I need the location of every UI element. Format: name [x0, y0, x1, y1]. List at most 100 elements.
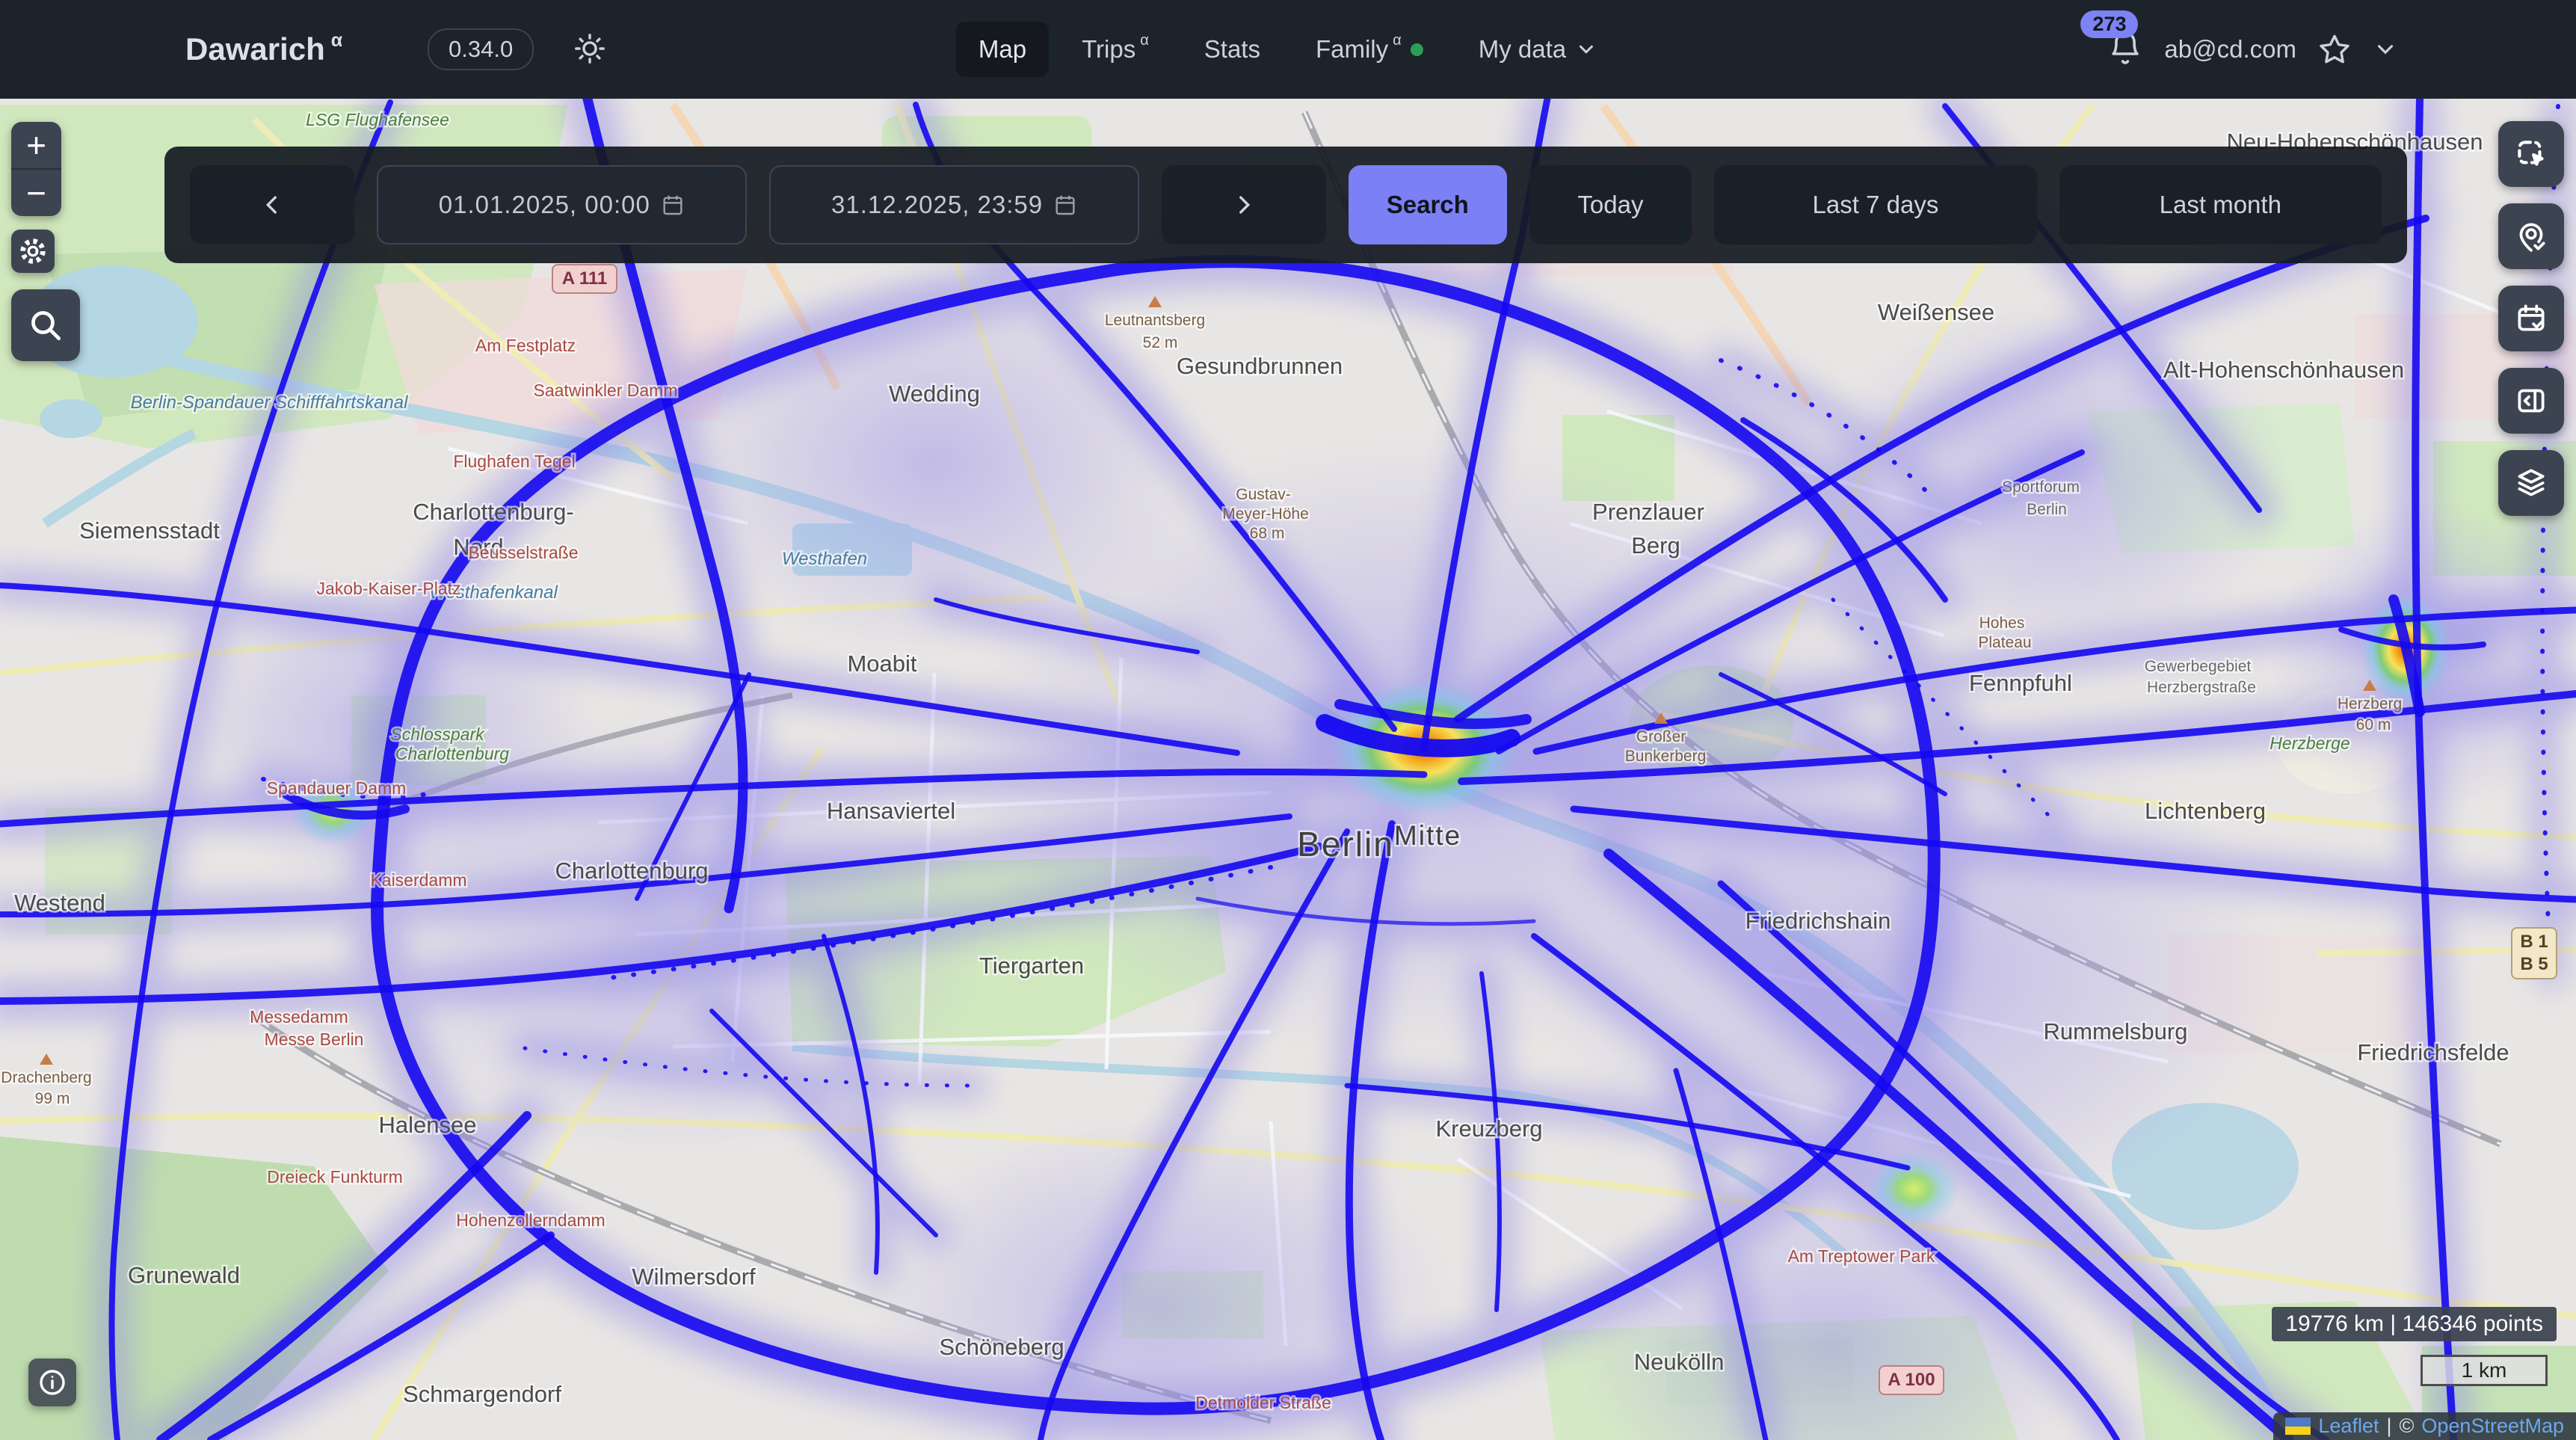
- map-label: Fennpfuhl: [1969, 670, 2072, 696]
- version-badge: 0.34.0: [428, 28, 534, 70]
- map-label: Charlottenburg: [555, 858, 708, 884]
- map-label: Westend: [14, 890, 105, 916]
- map-label: Kaiserdamm: [370, 870, 466, 890]
- map-label: Kreuzberg: [1435, 1116, 1542, 1142]
- map-label: Messe Berlin: [265, 1030, 364, 1049]
- date-range-toolbar: 01.01.2025, 00:00 31.12.2025, 23:59 Sear…: [164, 147, 2407, 263]
- family-online-dot: [1411, 43, 1423, 56]
- map-label: Plateau: [1978, 634, 2031, 651]
- map-label: 52 m: [1143, 334, 1178, 351]
- search-button[interactable]: Search: [1349, 165, 1507, 244]
- map-settings-button[interactable]: [11, 230, 55, 273]
- nav-tab-family[interactable]: Familyα: [1293, 22, 1446, 77]
- nav-tab-stats[interactable]: Stats: [1182, 22, 1283, 77]
- sun-icon: [573, 31, 607, 66]
- map-label: Saatwinkler Damm: [534, 381, 678, 400]
- last-7-days-button[interactable]: Last 7 days: [1714, 165, 2036, 244]
- map-label: 60 m: [2356, 716, 2391, 733]
- search-magnifier-icon: [26, 306, 65, 345]
- map-label: Lichtenberg: [2145, 798, 2266, 824]
- map-scale-bar: 1 km: [2421, 1355, 2548, 1386]
- area-select-button[interactable]: [2498, 121, 2564, 187]
- star-icon: [2317, 32, 2352, 67]
- map-label: Hohenzollerndamm: [456, 1210, 605, 1230]
- map-label: Charlottenburg-: [413, 499, 573, 525]
- map-label: Hohes: [1979, 615, 2025, 632]
- zoom-out-button[interactable]: −: [11, 170, 61, 216]
- user-email[interactable]: ab@cd.com: [2164, 35, 2296, 64]
- leaflet-link[interactable]: Leaflet: [2318, 1415, 2379, 1438]
- map-label: Bunkerberg: [1625, 748, 1707, 765]
- chevron-right-icon: [1231, 192, 1257, 218]
- settings-gear-icon: [17, 236, 49, 267]
- zoom-control: + −: [11, 122, 61, 216]
- map-label: Am Festplatz: [475, 336, 576, 355]
- info-icon: [36, 1366, 69, 1399]
- map-label: Gesundbrunnen: [1177, 353, 1343, 379]
- svg-text:A 111: A 111: [562, 268, 608, 289]
- brand-title: Dawarich: [185, 31, 325, 67]
- map-label: Beusselstraße: [468, 543, 578, 562]
- distance-points-badge: 19776 km | 146346 points: [2272, 1307, 2557, 1341]
- map-label: Tiergarten: [979, 953, 1084, 979]
- map-label: Charlottenburg: [395, 744, 509, 763]
- today-button[interactable]: Today: [1529, 165, 1692, 244]
- map-label: Drachenberg: [1, 1069, 91, 1086]
- point-select-button[interactable]: [2498, 203, 2564, 269]
- date-from-input[interactable]: 01.01.2025, 00:00: [377, 165, 747, 244]
- date-from-value: 01.01.2025, 00:00: [439, 191, 650, 219]
- prev-range-button[interactable]: [190, 165, 354, 244]
- map-label: Jakob-Kaiser-Platz: [316, 579, 460, 598]
- navbar: Dawarichα 0.34.0 Map Tripsα Stats Family…: [0, 0, 2576, 99]
- nav-tab-trips[interactable]: Tripsα: [1059, 22, 1171, 77]
- theme-toggle-button[interactable]: [573, 31, 607, 66]
- favorite-button[interactable]: [2317, 32, 2352, 67]
- svg-text:B 1: B 1: [2520, 932, 2548, 952]
- map-label: Herzberg: [2338, 695, 2402, 713]
- map-label: Westhafen: [782, 549, 867, 569]
- map-label: Herzbergstraße: [2147, 679, 2256, 696]
- map-label: Berlin: [1297, 825, 1394, 864]
- map-label: Schöneberg: [939, 1334, 1064, 1360]
- map-attribution: Leaflet | © OpenStreetMap: [2273, 1412, 2576, 1440]
- map-info-button[interactable]: [28, 1359, 76, 1406]
- nav-menu-my-data[interactable]: My data: [1456, 22, 1620, 77]
- map-label: Neukölln: [1634, 1349, 1725, 1375]
- nav-tab-map[interactable]: Map: [956, 22, 1049, 77]
- dawarich-app: Neu-HohenschönhausenWeißenseeAlt-Hohensc…: [0, 0, 2576, 1440]
- map-label: Großer: [1636, 728, 1686, 745]
- zoom-in-button[interactable]: +: [11, 122, 61, 168]
- date-to-input[interactable]: 31.12.2025, 23:59: [769, 165, 1139, 244]
- chevron-down-icon: [2373, 37, 2398, 62]
- calendar-select-button[interactable]: [2498, 286, 2564, 351]
- panel-toggle-button[interactable]: [2498, 368, 2564, 434]
- road-shield: B 1B 5: [2512, 928, 2557, 979]
- notification-count-badge: 273: [2080, 10, 2138, 38]
- map-label: Berg: [1631, 532, 1680, 559]
- map-label: Berlin-Spandauer Schifffahrtskanal: [131, 393, 409, 413]
- map-search-button[interactable]: [11, 289, 80, 361]
- map-label: Moabit: [847, 650, 916, 677]
- brand-link[interactable]: Dawarichα: [185, 0, 342, 99]
- map-label: Leutnantsberg: [1105, 312, 1205, 329]
- attribution-separator: |: [2386, 1415, 2391, 1438]
- osm-link[interactable]: OpenStreetMap: [2421, 1415, 2564, 1438]
- calendar-icon: [661, 193, 685, 217]
- map-label: Am Treptower Park: [1788, 1246, 1935, 1266]
- user-menu-button[interactable]: [2373, 37, 2398, 62]
- map-label: Schmargendorf: [403, 1381, 561, 1407]
- point-select-icon: [2512, 218, 2550, 255]
- map-label: Meyer-Höhe: [1222, 505, 1309, 523]
- layers-icon: [2512, 464, 2550, 502]
- next-range-button[interactable]: [1162, 165, 1326, 244]
- map-label: Friedrichshain: [1745, 908, 1891, 934]
- notifications-button[interactable]: 273: [2107, 30, 2143, 70]
- last-month-button[interactable]: Last month: [2059, 165, 2382, 244]
- map-label: Flughafen Tegel: [453, 452, 575, 471]
- map-label: Rummelsburg: [2044, 1018, 2188, 1044]
- calendar-select-icon: [2512, 300, 2550, 337]
- map-label: Berlin: [2027, 501, 2067, 518]
- chevron-down-icon: [1575, 38, 1597, 61]
- layers-button[interactable]: [2498, 450, 2564, 516]
- map-label: Grunewald: [128, 1262, 240, 1288]
